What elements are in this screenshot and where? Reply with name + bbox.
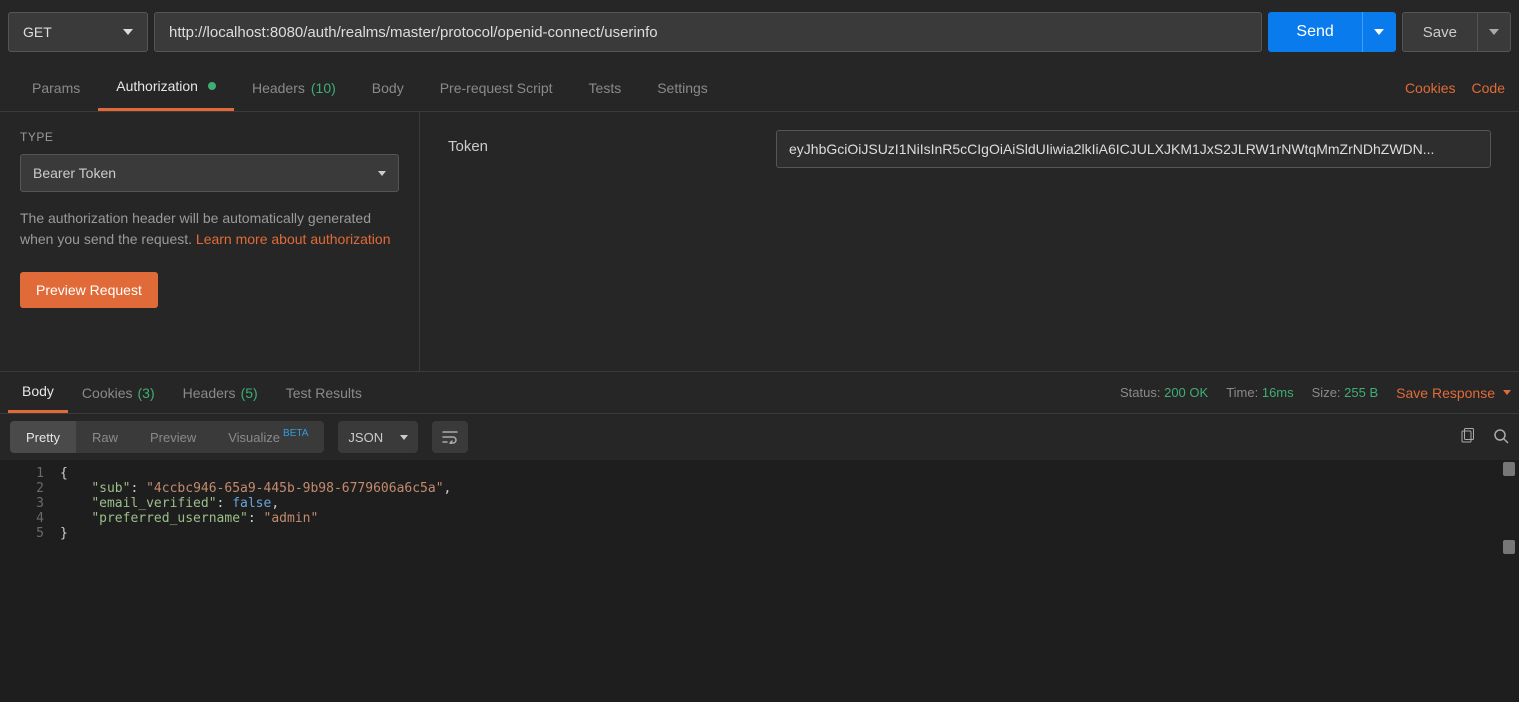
tab-settings[interactable]: Settings [639,64,726,111]
tab-params[interactable]: Params [14,64,98,111]
wrap-icon [442,430,458,444]
copy-button[interactable] [1459,428,1475,447]
save-dropdown[interactable] [1477,12,1511,52]
save-button[interactable]: Save [1402,12,1477,52]
view-pretty[interactable]: Pretty [10,421,76,453]
chevron-down-icon [1374,29,1384,35]
tab-headers[interactable]: Headers (10) [234,64,354,111]
chevron-down-icon [1503,390,1511,395]
chevron-down-icon [378,171,386,176]
resp-tab-test-results[interactable]: Test Results [272,372,376,413]
view-mode-group: Pretty Raw Preview VisualizeBETA [10,421,324,453]
response-body[interactable]: 1{ 2 "sub": "4ccbc946-65a9-445b-9b98-677… [0,460,1519,650]
scroll-thumb[interactable] [1503,540,1515,554]
save-response-button[interactable]: Save Response [1396,385,1511,401]
scroll-thumb[interactable] [1503,462,1515,476]
send-button[interactable]: Send [1268,12,1361,52]
format-select[interactable]: JSON [338,421,418,453]
view-raw[interactable]: Raw [76,421,134,453]
wrap-lines-button[interactable] [432,421,468,453]
send-dropdown[interactable] [1362,12,1396,52]
learn-more-link[interactable]: Learn more about authorization [196,231,391,247]
tab-authorization[interactable]: Authorization [98,64,234,111]
copy-icon [1459,428,1475,444]
response-tabs: Body Cookies (3) Headers (5) Test Result… [0,372,1519,414]
chevron-down-icon [400,435,408,440]
http-method-select[interactable]: GET [8,12,148,52]
http-method-value: GET [23,24,52,40]
request-tabs: Params Authorization Headers (10) Body P… [0,64,1519,112]
tab-prerequest[interactable]: Pre-request Script [422,64,571,111]
chevron-down-icon [123,29,133,35]
size-value: 255 B [1344,385,1378,400]
response-meta: Status: 200 OK Time: 16ms Size: 255 B [1120,385,1378,400]
search-button[interactable] [1493,428,1509,447]
time-value: 16ms [1262,385,1294,400]
resp-tab-body[interactable]: Body [8,372,68,413]
view-visualize[interactable]: VisualizeBETA [212,421,324,453]
tab-tests[interactable]: Tests [571,64,640,111]
scrollbar[interactable] [1503,462,1517,652]
search-icon [1493,428,1509,444]
tab-body[interactable]: Body [354,64,422,111]
token-input[interactable] [776,130,1491,168]
auth-type-select[interactable]: Bearer Token [20,154,399,192]
resp-tab-cookies[interactable]: Cookies (3) [68,372,169,413]
code-link[interactable]: Code [1472,80,1505,96]
chevron-down-icon [1489,29,1499,35]
status-value: 200 OK [1164,385,1208,400]
active-dot-icon [208,82,216,90]
preview-request-button[interactable]: Preview Request [20,272,158,308]
resp-tab-headers[interactable]: Headers (5) [169,372,272,413]
url-input[interactable] [154,12,1262,52]
auth-description: The authorization header will be automat… [20,208,399,250]
beta-badge: BETA [283,428,308,439]
token-label: Token [448,130,748,155]
cookies-link[interactable]: Cookies [1405,80,1456,96]
view-preview[interactable]: Preview [134,421,212,453]
auth-type-label: TYPE [20,130,399,144]
